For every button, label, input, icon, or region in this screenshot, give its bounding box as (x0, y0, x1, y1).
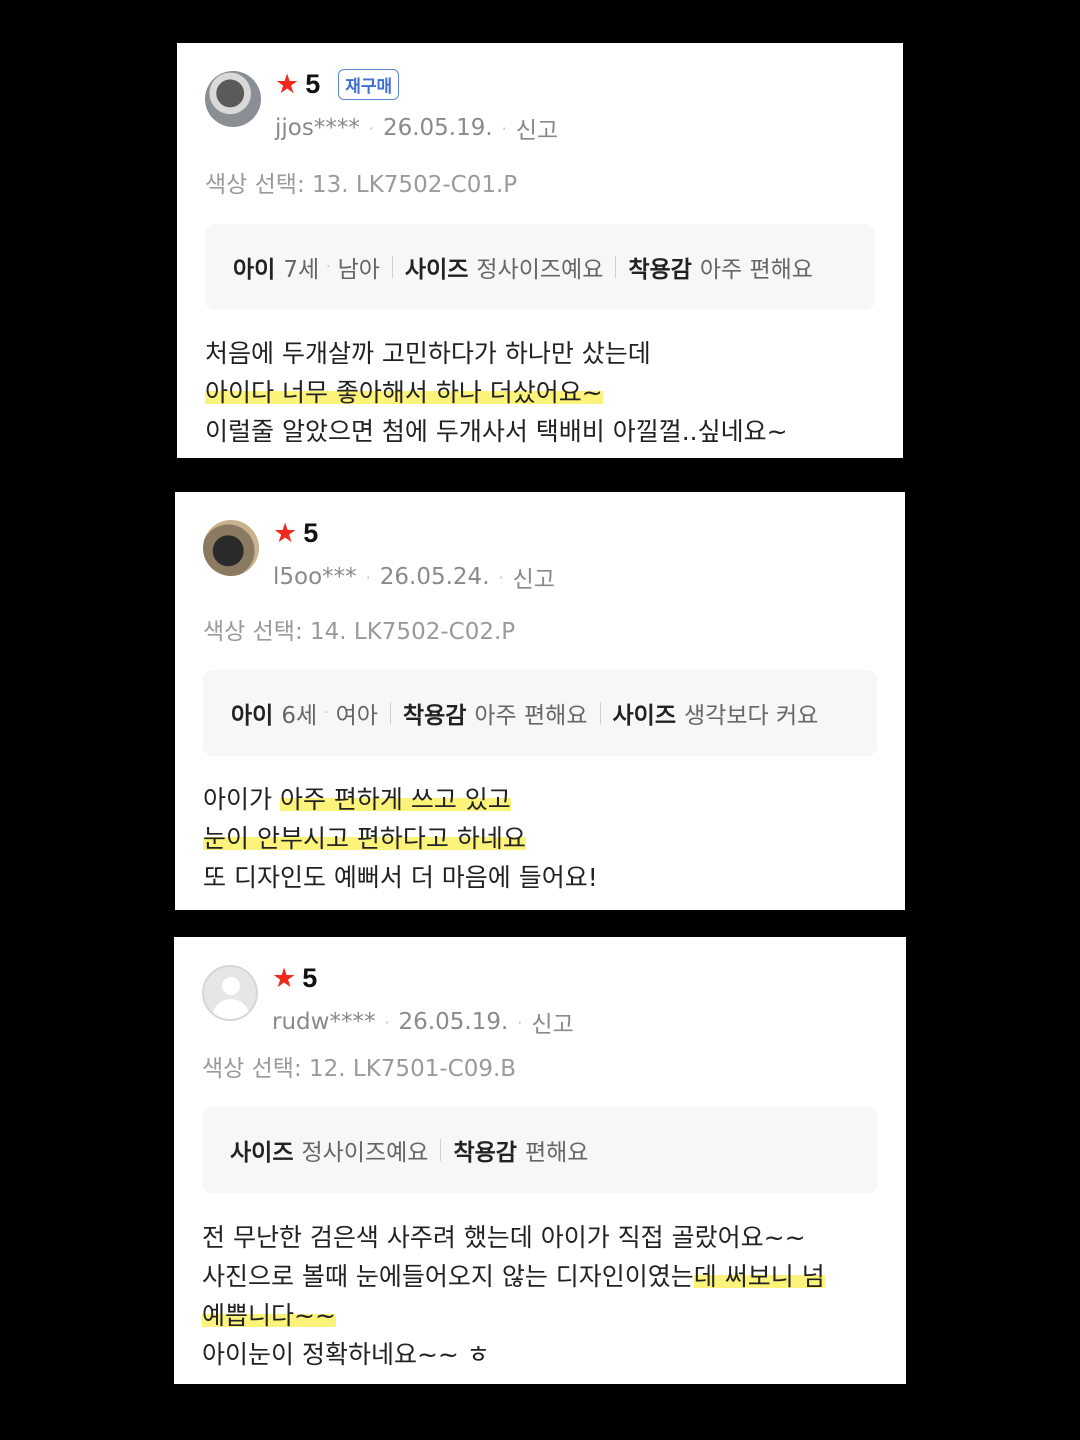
review-text: 아이가 아주 편하게 쓰고 있고 눈이 안부시고 편하다고 하네요 또 디자인도… (203, 780, 598, 897)
rating-score: 5 (305, 69, 321, 99)
review-meta: jjos**** · 26.05.19. · 신고 (275, 111, 558, 145)
star-icon: ★ (275, 69, 300, 100)
review-line: 처음에 두개살까 고민하다가 하나만 샀는데 (205, 339, 651, 368)
review-line: 아이가 (203, 785, 280, 814)
review-line: 아이눈이 정확하네요~~ ㅎ (202, 1340, 490, 1369)
repurchase-badge: 재구매 (338, 69, 400, 100)
spec-value: 아주 편해요 (699, 257, 813, 283)
spec-value: 여아 (335, 703, 378, 729)
spec-box: 아이 6세 · 여아 착용감 아주 편해요 사이즈 생각보다 커요 (203, 670, 877, 756)
spec-label: 아이 (231, 703, 274, 729)
review-card: ★ 5 rudw**** · 26.05.19. · 신고 색상 선택: 12.… (174, 937, 906, 1384)
spec-value: 정사이즈예요 (476, 257, 604, 283)
divider (389, 702, 391, 724)
spec-box: 사이즈 정사이즈예요 착용감 편해요 (202, 1107, 878, 1193)
default-avatar-icon[interactable] (202, 965, 258, 1021)
spec-value: 아주 편해요 (474, 703, 588, 729)
spec-box: 아이 7세 · 남아 사이즈 정사이즈예요 착용감 아주 편해요 (205, 224, 875, 310)
rating-score: 5 (302, 963, 318, 993)
spec-label: 사이즈 (230, 1140, 294, 1166)
spec-label: 착용감 (628, 257, 692, 283)
star-icon: ★ (273, 518, 298, 549)
review-line: 전 무난한 검은색 사주려 했는데 아이가 직접 골랐어요~~ (202, 1223, 806, 1252)
review-text: 처음에 두개살까 고민하다가 하나만 샀는데 아이다 너무 좋아해서 하나 더샀… (205, 334, 788, 451)
highlighted-text: 데 써보니 넘 (693, 1262, 825, 1291)
spec-label: 사이즈 (612, 703, 676, 729)
spec-value: 남아 (337, 257, 380, 283)
divider (599, 702, 601, 724)
report-link[interactable]: 신고 (516, 111, 558, 145)
review-meta: rudw**** · 26.05.19. · 신고 (272, 1005, 574, 1039)
spec-value: 6세 (281, 703, 318, 729)
report-link[interactable]: 신고 (531, 1005, 573, 1039)
review-card: ★ 5 재구매 jjos**** · 26.05.19. · 신고 색상 선택:… (177, 43, 903, 458)
avatar[interactable] (203, 520, 259, 576)
rating: ★ 5 재구매 (275, 69, 400, 100)
review-line: 이럴줄 알았으면 첨에 두개사서 택배비 아낄껄..싶네요~ (205, 417, 788, 446)
highlighted-text: 아이다 너무 좋아해서 하나 더샀어요~ (205, 378, 603, 407)
review-date: 26.05.24. (379, 564, 490, 590)
review-card: ★ 5 l5oo*** · 26.05.24. · 신고 색상 선택: 14. … (175, 492, 905, 910)
spec-value: 생각보다 커요 (684, 703, 819, 729)
highlighted-text: 아주 편하게 쓰고 있고 (279, 785, 511, 814)
spec-value: 정사이즈예요 (301, 1140, 429, 1166)
rating: ★ 5 (272, 963, 317, 994)
review-date: 26.05.19. (382, 115, 493, 141)
divider (440, 1139, 442, 1161)
username: jjos**** (275, 115, 360, 141)
avatar[interactable] (205, 71, 261, 127)
highlighted-text: 눈이 안부시고 편하다고 하네요 (203, 824, 526, 853)
review-text: 전 무난한 검은색 사주려 했는데 아이가 직접 골랐어요~~ 사진으로 볼때 … (202, 1218, 825, 1374)
review-line: 사진으로 볼때 눈에들어오지 않는 디자인이였는 (202, 1262, 694, 1291)
divider (391, 256, 393, 278)
spec-label: 사이즈 (404, 257, 469, 283)
review-date: 26.05.19. (398, 1009, 509, 1035)
color-option: 색상 선택: 14. LK7502-C02.P (203, 619, 516, 645)
highlighted-text: 예쁩니다~~ (202, 1301, 336, 1330)
spec-label: 착용감 (402, 703, 467, 729)
username: rudw**** (272, 1009, 376, 1035)
report-link[interactable]: 신고 (513, 560, 555, 594)
divider (615, 256, 617, 278)
rating: ★ 5 (273, 518, 318, 549)
spec-value: 편해요 (524, 1140, 589, 1166)
review-line: 또 디자인도 예뻐서 더 마음에 들어요! (203, 863, 598, 892)
color-option: 색상 선택: 12. LK7501-C09.B (202, 1056, 517, 1082)
star-icon: ★ (272, 963, 297, 994)
spec-value: 7세 (283, 257, 320, 283)
username: l5oo*** (273, 564, 357, 590)
rating-score: 5 (303, 518, 319, 548)
color-option: 색상 선택: 13. LK7502-C01.P (205, 172, 518, 198)
review-meta: l5oo*** · 26.05.24. · 신고 (273, 560, 555, 594)
spec-label: 착용감 (453, 1140, 517, 1166)
spec-label: 아이 (233, 257, 276, 283)
